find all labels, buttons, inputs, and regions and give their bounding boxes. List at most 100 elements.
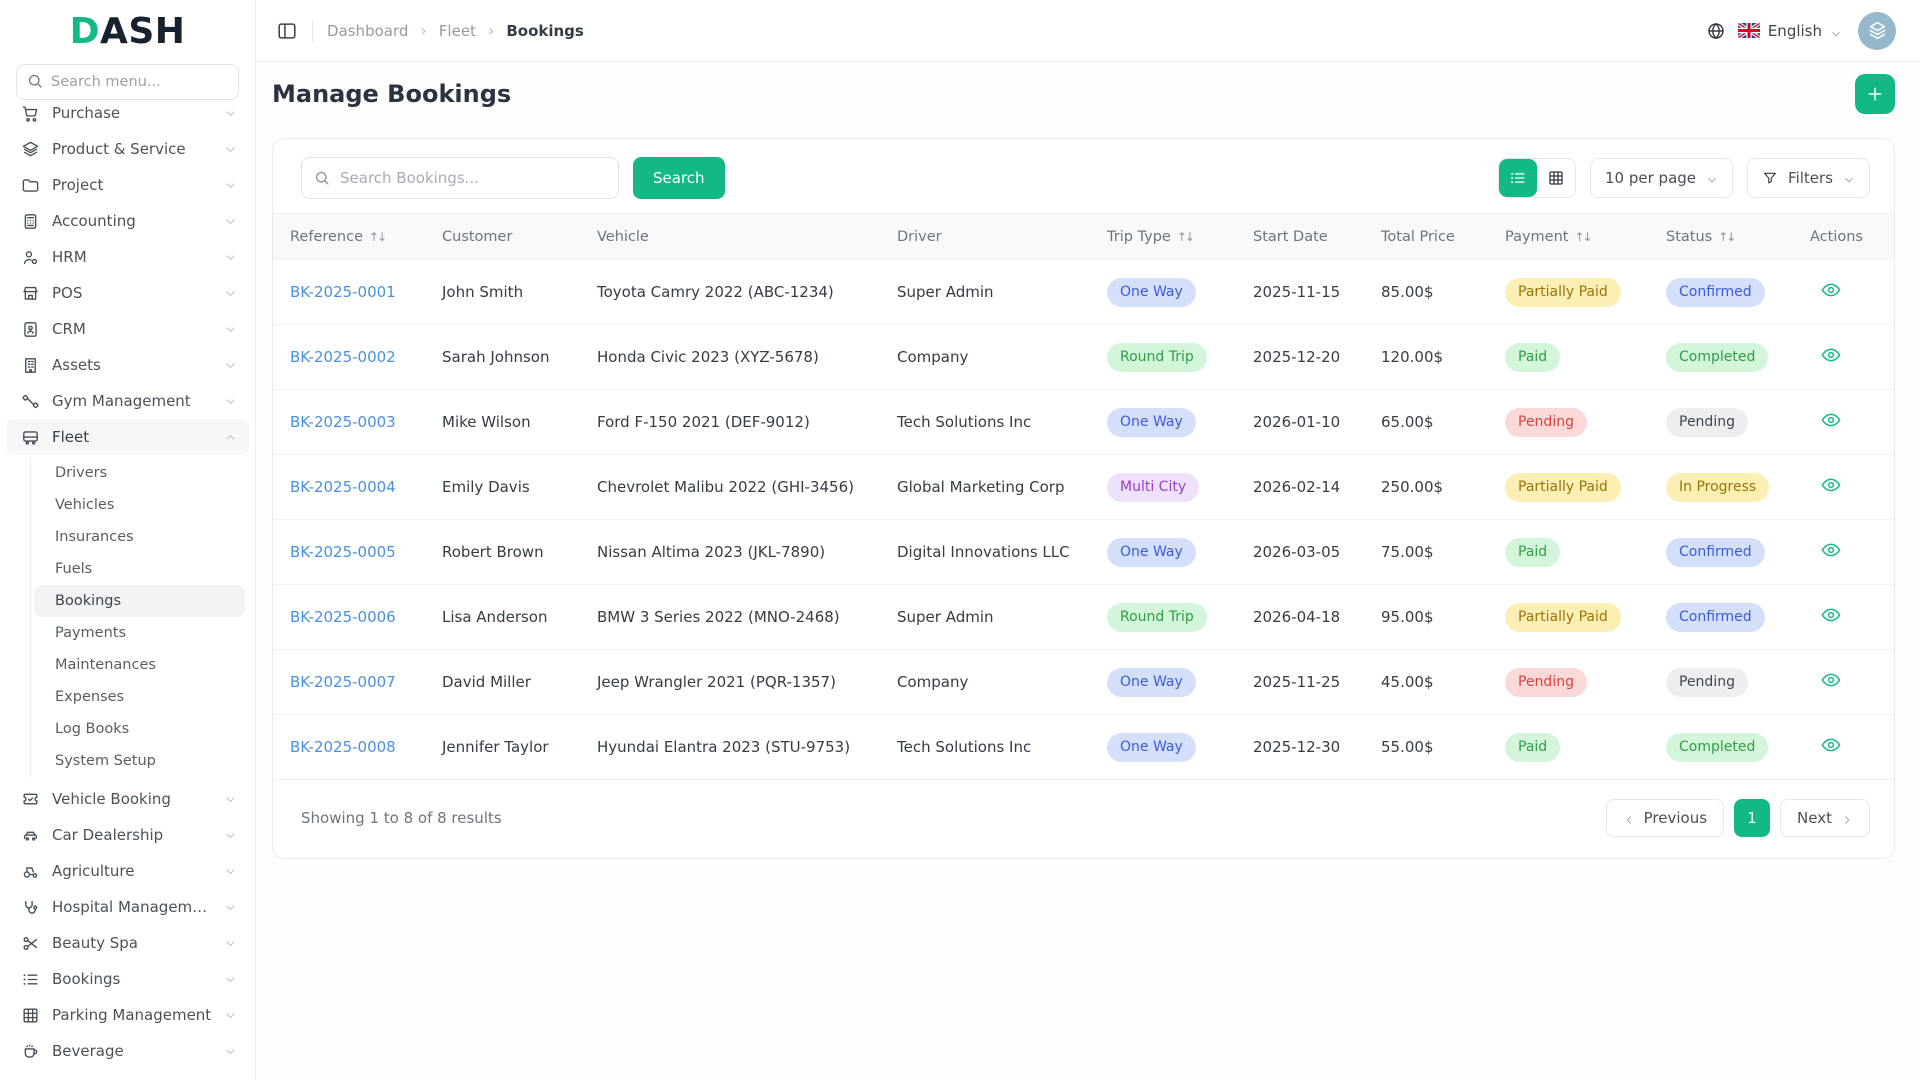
- sidebar-subitem-system-setup[interactable]: System Setup: [34, 745, 245, 777]
- search-button[interactable]: Search: [633, 157, 725, 199]
- avatar[interactable]: [1858, 11, 1896, 50]
- add-booking-button[interactable]: [1855, 74, 1895, 114]
- column-header-status[interactable]: Status ↑↓: [1649, 213, 1793, 260]
- reference-link[interactable]: BK-2025-0007: [290, 673, 396, 691]
- cell-total-price: 75.00$: [1364, 519, 1488, 585]
- current-page-button[interactable]: 1: [1734, 799, 1771, 837]
- cell-reference: BK-2025-0003: [273, 389, 425, 455]
- cell-vehicle: Jeep Wrangler 2021 (PQR-1357): [580, 649, 880, 715]
- trip-type-badge: Round Trip: [1107, 342, 1207, 372]
- reference-link[interactable]: BK-2025-0005: [290, 543, 396, 561]
- sidebar-item-label: Purchase: [52, 104, 121, 122]
- sidebar-subitem-drivers[interactable]: Drivers: [34, 457, 245, 489]
- sidebar-item-vehicle-booking[interactable]: Vehicle Booking: [6, 781, 249, 817]
- chevron-down-icon: [224, 107, 237, 120]
- card-toolbar: Search 10 per page Filters: [273, 139, 1894, 213]
- sort-icon[interactable]: ↑↓: [1574, 230, 1592, 244]
- chevron-down-icon: [224, 251, 237, 264]
- grid-icon: [21, 1006, 40, 1025]
- cell-reference: BK-2025-0002: [273, 324, 425, 390]
- sidebar-subitem-fuels[interactable]: Fuels: [34, 553, 245, 585]
- sidebar-item-assets[interactable]: Assets: [6, 347, 249, 383]
- sort-icon[interactable]: ↑↓: [1177, 230, 1195, 244]
- column-header-payment[interactable]: Payment ↑↓: [1488, 213, 1649, 260]
- sidebar-subitem-log-books[interactable]: Log Books: [34, 713, 245, 745]
- sidebar-item-hrm[interactable]: HRM: [6, 239, 249, 275]
- sidebar-item-agriculture[interactable]: Agriculture: [6, 853, 249, 889]
- sidebar-subitem-payments[interactable]: Payments: [34, 617, 245, 649]
- grid-view-button[interactable]: [1537, 159, 1576, 197]
- cell-payment: Paid: [1488, 519, 1649, 585]
- sidebar-item-hospital-management[interactable]: Hospital Management: [6, 889, 249, 925]
- view-button[interactable]: [1820, 734, 1842, 756]
- language-selector[interactable]: English: [1737, 22, 1842, 40]
- breadcrumb-fleet[interactable]: Fleet: [439, 22, 476, 40]
- payment-badge: Pending: [1505, 407, 1587, 437]
- table-body: BK-2025-0001 John Smith Toyota Camry 2022 …: [273, 259, 1894, 780]
- cell-payment: Pending: [1488, 389, 1649, 455]
- main-column: Dashboard › Fleet › Bookings English Man…: [256, 0, 1920, 1080]
- cell-actions: [1793, 259, 1894, 325]
- sidebar-subitem-expenses[interactable]: Expenses: [34, 681, 245, 713]
- sidebar-search-input[interactable]: [16, 64, 239, 100]
- calculator-icon: [21, 212, 40, 231]
- breadcrumb-dashboard[interactable]: Dashboard: [327, 22, 408, 40]
- payment-badge: Paid: [1505, 537, 1561, 567]
- sidebar-item-accounting[interactable]: Accounting: [6, 203, 249, 239]
- sidebar-item-beauty-spa[interactable]: Beauty Spa: [6, 925, 249, 961]
- reference-link[interactable]: BK-2025-0004: [290, 478, 396, 496]
- filters-button[interactable]: Filters: [1747, 158, 1870, 198]
- sidebar-item-label: POS: [52, 284, 83, 302]
- reference-link[interactable]: BK-2025-0003: [290, 413, 396, 431]
- sidebar-submenu: Drivers Vehicles Insurances Fuels Bookings Pa…: [30, 457, 255, 777]
- sidebar-item-fleet[interactable]: Fleet: [6, 419, 249, 455]
- column-header-reference[interactable]: Reference ↑↓: [273, 213, 425, 260]
- sidebar-item-product-service[interactable]: Product & Service: [6, 131, 249, 167]
- view-button[interactable]: [1820, 604, 1842, 626]
- sidebar-item-purchase[interactable]: Purchase: [6, 104, 249, 131]
- per-page-select[interactable]: 10 per page: [1590, 158, 1734, 198]
- view-button[interactable]: [1820, 409, 1842, 431]
- table-row: BK-2025-0002 Sarah Johnson Honda Civic 202…: [273, 324, 1894, 390]
- view-button[interactable]: [1820, 669, 1842, 691]
- sidebar-item-label: Beauty Spa: [52, 934, 138, 952]
- cell-total-price: 45.00$: [1364, 649, 1488, 715]
- next-page-button[interactable]: Next: [1780, 799, 1870, 837]
- sidebar-subitem-vehicles[interactable]: Vehicles: [34, 489, 245, 521]
- sidebar-item-label: Car Dealership: [52, 826, 164, 844]
- reference-link[interactable]: BK-2025-0002: [290, 348, 396, 366]
- sidebar-item-gym-management[interactable]: Gym Management: [6, 383, 249, 419]
- status-badge: Confirmed: [1666, 537, 1765, 567]
- view-button[interactable]: [1820, 539, 1842, 561]
- reference-link[interactable]: BK-2025-0001: [290, 283, 396, 301]
- sort-icon[interactable]: ↑↓: [369, 230, 387, 244]
- sidebar-subitem-bookings[interactable]: Bookings: [34, 585, 245, 617]
- reference-link[interactable]: BK-2025-0006: [290, 608, 396, 626]
- sidebar-subitem-maintenances[interactable]: Maintenances: [34, 649, 245, 681]
- sidebar-item-car-dealership[interactable]: Car Dealership: [6, 817, 249, 853]
- sidebar-item-bookings[interactable]: Bookings: [6, 961, 249, 997]
- dumbbell-icon: [21, 392, 40, 411]
- reference-link[interactable]: BK-2025-0008: [290, 738, 396, 756]
- list-view-button[interactable]: [1499, 159, 1538, 197]
- bookings-search-input[interactable]: [301, 157, 619, 199]
- sort-icon[interactable]: ↑↓: [1718, 230, 1736, 244]
- previous-page-button[interactable]: Previous: [1605, 799, 1725, 837]
- sidebar-subitem-insurances[interactable]: Insurances: [34, 521, 245, 553]
- chevron-down-icon: [224, 1045, 237, 1058]
- sidebar-item-project[interactable]: Project: [6, 167, 249, 203]
- search-icon: [313, 169, 331, 187]
- status-badge: Confirmed: [1666, 602, 1765, 632]
- sidebar-toggle-icon[interactable]: [276, 20, 298, 42]
- view-button[interactable]: [1820, 474, 1842, 496]
- sidebar-item-parking-management[interactable]: Parking Management: [6, 997, 249, 1033]
- sidebar-item-pos[interactable]: POS: [6, 275, 249, 311]
- sidebar-item-crm[interactable]: CRM: [6, 311, 249, 347]
- column-header-trip-type[interactable]: Trip Type ↑↓: [1090, 213, 1236, 260]
- sidebar-item-beverage[interactable]: Beverage: [6, 1033, 249, 1069]
- globe-icon[interactable]: [1706, 21, 1726, 41]
- view-button[interactable]: [1820, 344, 1842, 366]
- cell-customer: Jennifer Taylor: [425, 714, 580, 780]
- sidebar-item-label: Parking Management: [52, 1006, 212, 1024]
- view-button[interactable]: [1820, 279, 1842, 301]
